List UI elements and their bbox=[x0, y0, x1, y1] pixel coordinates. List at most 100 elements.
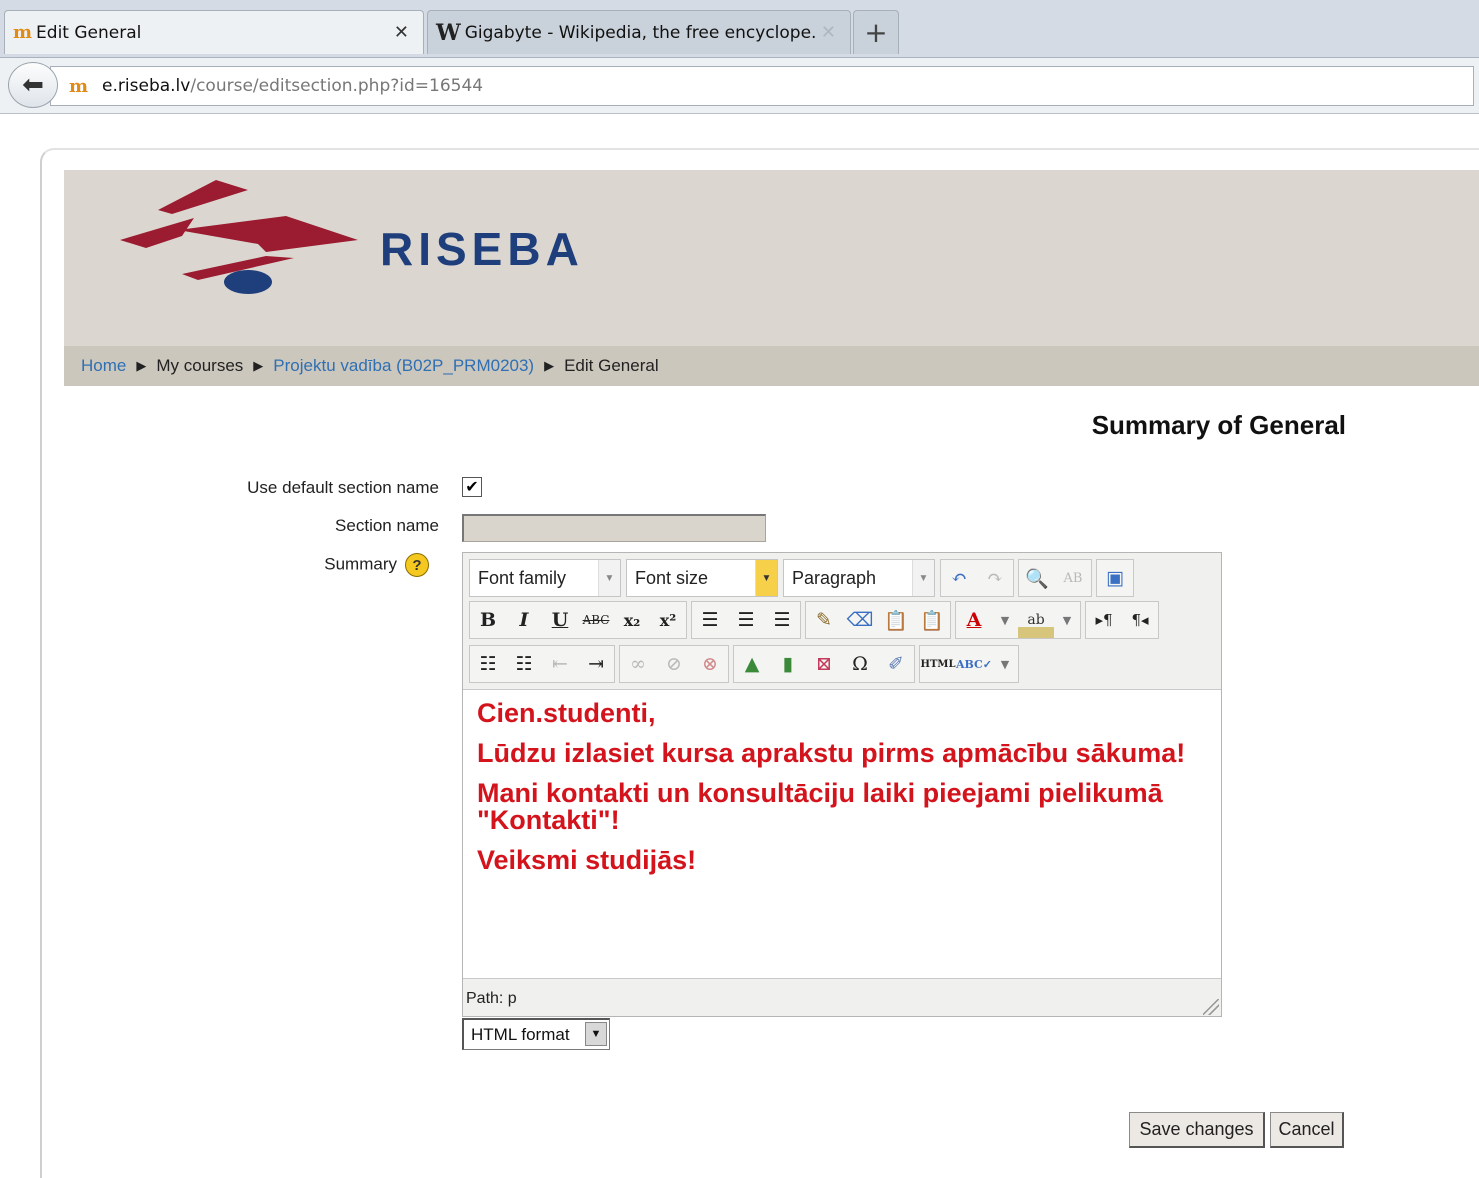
save-changes-button[interactable]: Save changes bbox=[1129, 1112, 1265, 1148]
toolbar-row-1: Font family ▼ Font size ▼ Paragraph ▼ ↶ … bbox=[469, 558, 1138, 598]
url-path: /course/editsection.php?id=16544 bbox=[190, 76, 484, 96]
search-group: 🔍 AB bbox=[1018, 559, 1092, 597]
fullscreen-group: ▣ bbox=[1096, 559, 1134, 597]
breadcrumb-current: Edit General bbox=[564, 356, 659, 375]
image-icon[interactable]: ▲ bbox=[734, 646, 770, 682]
chevron-down-icon[interactable]: ▼ bbox=[1054, 602, 1080, 638]
moodle-media-icon[interactable]: ⊠ bbox=[806, 646, 842, 682]
cleanup-icon[interactable]: ✎ bbox=[806, 602, 842, 638]
breadcrumb-course[interactable]: Projektu vadība (B02P_PRM0203) bbox=[273, 356, 534, 376]
toolbar-row-2: B I U ABC x₂ x² ☰ ☰ ☰ ✎ ⌫ 📋 📋 A ▼ ab ▼ ▸… bbox=[469, 600, 1163, 640]
text-style-group: B I U ABC x₂ x² bbox=[469, 601, 687, 639]
close-icon[interactable]: ✕ bbox=[388, 22, 415, 43]
align-right-icon[interactable]: ☰ bbox=[764, 602, 800, 638]
address-bar[interactable]: m e.riseba.lv/course/editsection.php?id=… bbox=[50, 66, 1474, 106]
chevron-down-icon[interactable]: ▼ bbox=[992, 646, 1018, 682]
replace-icon[interactable]: AB bbox=[1055, 560, 1091, 596]
rtl-icon[interactable]: ¶◂ bbox=[1122, 602, 1158, 638]
bold-icon[interactable]: B bbox=[470, 602, 506, 638]
editor-path: Path: p bbox=[466, 990, 517, 1007]
strikethrough-icon[interactable]: ABC bbox=[578, 602, 614, 638]
breadcrumb-home[interactable]: Home bbox=[81, 356, 126, 376]
direction-group: ▸¶ ¶◂ bbox=[1085, 601, 1159, 639]
cancel-button[interactable]: Cancel bbox=[1270, 1112, 1344, 1148]
breadcrumb-separator-icon: ▶ bbox=[253, 358, 264, 373]
breadcrumb-separator-icon: ▶ bbox=[544, 358, 555, 373]
riseba-logo-icon bbox=[120, 180, 358, 294]
outdent-icon[interactable]: ⇤ bbox=[542, 646, 578, 682]
highlight-color-icon[interactable]: ab bbox=[1018, 602, 1054, 638]
remove-format-icon[interactable]: ⌫ bbox=[842, 602, 878, 638]
breadcrumb-separator-icon: ▶ bbox=[136, 358, 147, 373]
content-paragraph: Mani kontakti un konsultāciju laiki piee… bbox=[477, 778, 1163, 835]
align-left-icon[interactable]: ☰ bbox=[692, 602, 728, 638]
breadcrumb: Home ▶ My courses ▶ Projektu vadība (B02… bbox=[64, 346, 1479, 386]
unlink-icon[interactable]: ⊘ bbox=[656, 646, 692, 682]
spellcheck-icon[interactable]: ABC✓ bbox=[956, 646, 992, 682]
find-icon[interactable]: 🔍 bbox=[1019, 560, 1055, 596]
subscript-icon[interactable]: x₂ bbox=[614, 602, 650, 638]
moodle-icon: m bbox=[69, 75, 89, 97]
paragraph-format-select[interactable]: Paragraph ▼ bbox=[783, 559, 935, 597]
chevron-down-icon[interactable]: ▼ bbox=[992, 602, 1018, 638]
font-family-select[interactable]: Font family ▼ bbox=[469, 559, 621, 597]
editor-content-area[interactable]: Cien.studenti, Lūdzu izlasiet kursa apra… bbox=[463, 689, 1221, 979]
chevron-down-icon: ▼ bbox=[585, 1022, 607, 1046]
redo-icon[interactable]: ↷ bbox=[977, 560, 1013, 596]
toolbar-row-3: ☷ ☷ ⇤ ⇥ ∞ ⊘ ⊗ ▲ ▮ ⊠ Ω ✐ HTML ABC✓ ▼ bbox=[469, 644, 1023, 684]
resize-grip-icon[interactable] bbox=[1203, 999, 1219, 1015]
plus-icon: + bbox=[864, 16, 888, 49]
insert-group: ▲ ▮ ⊠ Ω ✐ bbox=[733, 645, 915, 683]
ltr-icon[interactable]: ▸¶ bbox=[1086, 602, 1122, 638]
back-button[interactable]: ⬅ bbox=[8, 62, 58, 108]
align-center-icon[interactable]: ☰ bbox=[728, 602, 764, 638]
use-default-checkbox[interactable]: ✔ bbox=[462, 477, 482, 497]
logo-text: RISEBA bbox=[380, 223, 584, 275]
superscript-icon[interactable]: x² bbox=[650, 602, 686, 638]
italic-icon[interactable]: I bbox=[506, 602, 542, 638]
link-group: ∞ ⊘ ⊗ bbox=[619, 645, 729, 683]
bullet-list-icon[interactable]: ☷ bbox=[470, 646, 506, 682]
browser-tab-bar: m Edit General ✕ W Gigabyte - Wikipedia,… bbox=[0, 0, 1479, 58]
font-size-select[interactable]: Font size ▼ bbox=[626, 559, 778, 597]
html-source-icon[interactable]: HTML bbox=[920, 646, 956, 682]
url-host: e.riseba.lv bbox=[102, 76, 191, 96]
new-tab-button[interactable]: + bbox=[853, 10, 899, 54]
list-group: ☷ ☷ ⇤ ⇥ bbox=[469, 645, 615, 683]
underline-icon[interactable]: U bbox=[542, 602, 578, 638]
use-default-label: Use default section name bbox=[247, 478, 439, 497]
link-icon[interactable]: ∞ bbox=[620, 646, 656, 682]
content-paragraph: Lūdzu izlasiet kursa aprakstu pirms apmā… bbox=[477, 738, 1186, 768]
numbered-list-icon[interactable]: ☷ bbox=[506, 646, 542, 682]
chevron-down-icon: ▼ bbox=[912, 560, 934, 596]
section-name-input[interactable] bbox=[462, 514, 766, 542]
media-icon[interactable]: ▮ bbox=[770, 646, 806, 682]
paste-word-icon[interactable]: 📋 bbox=[914, 602, 950, 638]
content-paragraph: Veiksmi studijās! bbox=[477, 845, 697, 875]
align-group: ☰ ☰ ☰ bbox=[691, 601, 801, 639]
format-select[interactable]: HTML format ▼ bbox=[462, 1018, 610, 1050]
tab-title: Gigabyte - Wikipedia, the free encyclope… bbox=[464, 22, 815, 43]
special-char-icon[interactable]: Ω bbox=[842, 646, 878, 682]
tab-edit-general[interactable]: m Edit General ✕ bbox=[4, 10, 424, 54]
text-color-icon[interactable]: A bbox=[956, 602, 992, 638]
summary-label-row: Summary? bbox=[324, 553, 429, 577]
undo-icon[interactable]: ↶ bbox=[941, 560, 977, 596]
font-family-value: Font family bbox=[478, 567, 567, 588]
editor-status-bar: Path: p bbox=[463, 981, 1221, 1017]
content-paragraph: Cien.studenti, bbox=[477, 698, 656, 728]
nolink-icon[interactable]: ⊗ bbox=[692, 646, 728, 682]
page-title: Summary of General bbox=[1091, 410, 1346, 440]
tab-wikipedia[interactable]: W Gigabyte - Wikipedia, the free encyclo… bbox=[427, 10, 851, 54]
breadcrumb-my-courses[interactable]: My courses bbox=[156, 356, 243, 376]
close-icon[interactable]: ✕ bbox=[815, 22, 842, 43]
undo-redo-group: ↶ ↷ bbox=[940, 559, 1014, 597]
emoticon-icon[interactable]: ✐ bbox=[878, 646, 914, 682]
indent-icon[interactable]: ⇥ bbox=[578, 646, 614, 682]
paste-text-icon[interactable]: 📋 bbox=[878, 602, 914, 638]
help-icon[interactable]: ? bbox=[405, 553, 429, 577]
chevron-down-icon: ▼ bbox=[755, 560, 777, 596]
chevron-down-icon: ▼ bbox=[598, 560, 620, 596]
font-size-value: Font size bbox=[635, 567, 709, 588]
fullscreen-icon[interactable]: ▣ bbox=[1097, 560, 1133, 596]
